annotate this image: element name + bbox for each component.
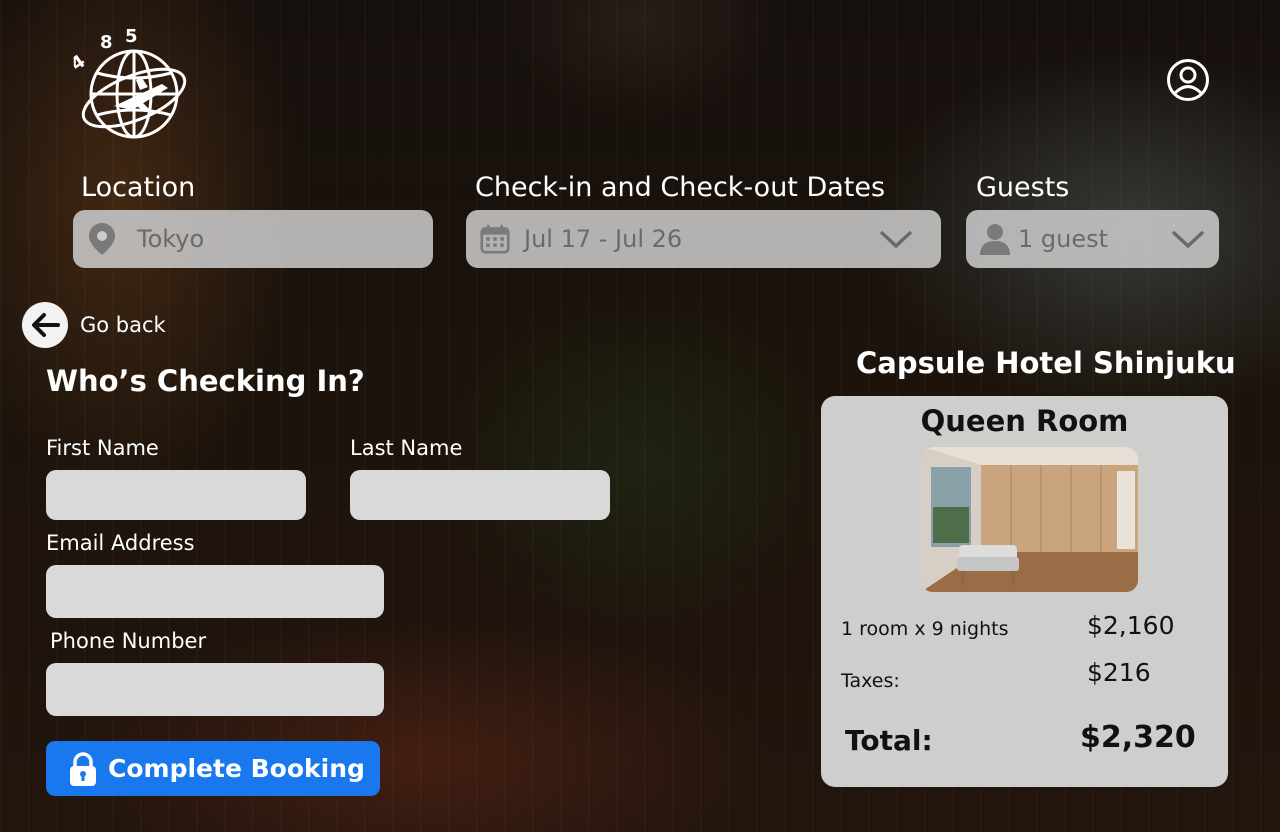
taxes-label: Taxes:: [841, 670, 900, 692]
svg-text:5: 5: [125, 26, 138, 47]
user-circle-icon[interactable]: [1166, 58, 1210, 102]
dates-value: Jul 17 - Jul 26: [524, 225, 683, 253]
guests-value: 1 guest: [1018, 225, 1109, 253]
chevron-down-icon[interactable]: [879, 228, 913, 250]
guests-field[interactable]: 1 guest: [966, 210, 1219, 268]
last-name-label: Last Name: [350, 436, 463, 460]
dates-field[interactable]: Jul 17 - Jul 26: [466, 210, 941, 268]
first-name-input[interactable]: [46, 470, 306, 520]
person-icon: [980, 222, 1010, 256]
room-nights-label: 1 room x 9 nights: [841, 618, 1009, 640]
calendar-icon: [480, 222, 510, 256]
go-back-button[interactable]: Go back: [22, 302, 166, 348]
phone-input[interactable]: [46, 663, 384, 716]
svg-text:4: 4: [70, 51, 89, 75]
total-price: $2,320: [1080, 720, 1196, 755]
location-label: Location: [81, 172, 196, 203]
first-name-label: First Name: [46, 436, 159, 460]
email-input[interactable]: [46, 565, 384, 618]
total-label: Total:: [845, 724, 933, 757]
arrow-left-icon: [22, 302, 68, 348]
location-field[interactable]: Tokyo: [73, 210, 433, 268]
email-label: Email Address: [46, 531, 195, 555]
taxes-price: $216: [1087, 658, 1151, 687]
svg-text:8: 8: [100, 32, 113, 53]
map-pin-icon: [87, 222, 117, 256]
dates-label: Check-in and Check-out Dates: [475, 172, 886, 203]
go-back-label: Go back: [80, 313, 166, 337]
chevron-down-icon[interactable]: [1171, 228, 1205, 250]
form-title: Who’s Checking In?: [46, 364, 365, 398]
lock-icon: [70, 751, 96, 786]
complete-booking-button[interactable]: Complete Booking: [46, 741, 380, 796]
room-nights-price: $2,160: [1087, 611, 1175, 640]
location-value: Tokyo: [137, 225, 205, 253]
room-type: Queen Room: [920, 404, 1129, 438]
phone-label: Phone Number: [50, 629, 207, 653]
brand-logo[interactable]: 4 8 5: [70, 26, 190, 141]
guests-label: Guests: [976, 172, 1070, 203]
complete-booking-label: Complete Booking: [108, 754, 365, 783]
booking-summary-card: Queen Room 1 room x 9 nights $2,160 Taxe…: [821, 396, 1228, 787]
hotel-name: Capsule Hotel Shinjuku: [856, 346, 1236, 380]
room-photo: [921, 447, 1138, 592]
last-name-input[interactable]: [350, 470, 610, 520]
